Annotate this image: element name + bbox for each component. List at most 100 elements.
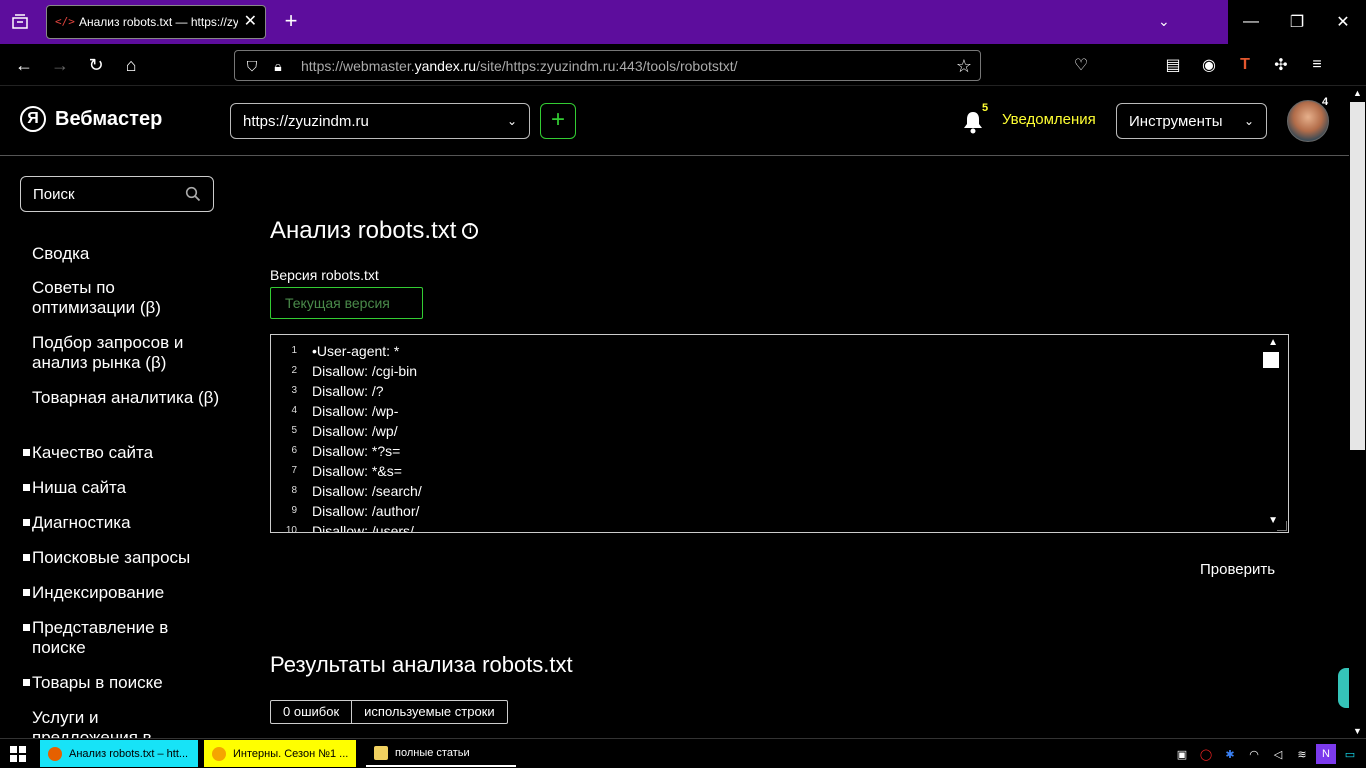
taskbar-item-player[interactable]: Интерны. Сезон №1 ... bbox=[204, 740, 356, 767]
add-site-button[interactable]: + bbox=[540, 103, 576, 139]
scroll-up-icon[interactable]: ▲ bbox=[1353, 88, 1362, 98]
bullet-icon bbox=[23, 679, 30, 686]
bell-icon[interactable] bbox=[962, 110, 984, 134]
tools-dropdown[interactable]: Инструменты ⌄ bbox=[1116, 103, 1267, 139]
editor-line: 4 Disallow: /wp- bbox=[291, 403, 399, 419]
tray-winamp-icon[interactable]: ≋ bbox=[1292, 744, 1312, 764]
sidebar-search-input[interactable]: Поиск bbox=[20, 176, 214, 212]
bullet-icon bbox=[23, 519, 30, 526]
page-scrollbar[interactable]: ▲ ▼ bbox=[1349, 86, 1366, 738]
notifications-link[interactable]: Уведомления bbox=[1002, 111, 1096, 128]
version-select[interactable]: Текущая версия bbox=[270, 287, 423, 319]
editor-line: 3 Disallow: /? bbox=[291, 383, 384, 399]
sidebar-item-product-analytics[interactable]: Товарная аналитика (β) bbox=[32, 388, 222, 408]
bullet-icon bbox=[23, 554, 30, 561]
bullet-icon bbox=[23, 484, 30, 491]
sidebar-item-site-niche[interactable]: Ниша сайта bbox=[23, 478, 222, 498]
volume-icon[interactable]: ◁ bbox=[1268, 744, 1288, 764]
taskbar-item-folder[interactable]: полные статьи bbox=[366, 740, 516, 767]
tab-title: Анализ robots.txt — https://zyuzindm.ru bbox=[79, 15, 238, 29]
wifi-icon[interactable]: ◠ bbox=[1244, 744, 1264, 764]
account-icon[interactable]: ◉ bbox=[1198, 54, 1220, 76]
yandex-logo-icon: Я bbox=[20, 106, 46, 132]
site-selector[interactable]: https://zyuzindm.ru ⌄ bbox=[230, 103, 530, 139]
url-text: https://webmaster.yandex.ru/site/https:z… bbox=[301, 57, 738, 74]
browser-tab-bar: </> Анализ robots.txt — https://zyuzindm… bbox=[0, 0, 1366, 44]
sidebar-item-indexing[interactable]: Индексирование bbox=[23, 583, 222, 603]
home-icon[interactable]: ⌂ bbox=[120, 54, 142, 76]
bookmark-star-icon[interactable]: ☆ bbox=[956, 56, 972, 77]
sidebar-item-site-quality[interactable]: Качество сайта bbox=[23, 443, 222, 463]
restore-icon[interactable]: ❐ bbox=[1274, 0, 1320, 44]
close-icon[interactable]: ✕ bbox=[244, 14, 257, 30]
editor-line: 1 •User-agent: * bbox=[291, 343, 400, 359]
address-bar[interactable]: ⛉ 🔒︎ https://webmaster.yandex.ru/site/ht… bbox=[234, 50, 981, 81]
results-title: Результаты анализа robots.txt bbox=[270, 652, 573, 677]
scroll-up-icon[interactable]: ▲ bbox=[1268, 337, 1278, 348]
new-tab-button[interactable]: + bbox=[280, 10, 302, 33]
tab-list-icon[interactable] bbox=[10, 12, 30, 32]
search-placeholder: Поиск bbox=[33, 185, 75, 203]
sidebar-item-optimization-tips[interactable]: Советы по оптимизации (β) bbox=[32, 278, 222, 318]
check-button[interactable]: Проверить bbox=[1200, 561, 1275, 578]
extension-t-icon[interactable]: T bbox=[1234, 54, 1256, 76]
shield-icon[interactable]: ⛉ bbox=[243, 57, 261, 75]
browser-tab-active[interactable]: </> Анализ robots.txt — https://zyuzindm… bbox=[46, 5, 266, 39]
play-icon bbox=[212, 746, 226, 761]
sidebar-item-search-queries[interactable]: Поисковые запросы bbox=[23, 548, 222, 568]
robots-editor[interactable]: 1 •User-agent: * 2 Disallow: /cgi-bin 3 Dis… bbox=[270, 334, 1289, 533]
tray-app-icon[interactable]: ▣ bbox=[1172, 744, 1192, 764]
editor-scrollbar-thumb[interactable] bbox=[1263, 352, 1279, 368]
results-tabs: 0 ошибок используемые строки bbox=[270, 700, 508, 724]
yandex-webmaster-logo[interactable]: Я Вебмастер bbox=[20, 106, 162, 132]
minimize-icon[interactable]: — bbox=[1228, 0, 1274, 44]
close-window-icon[interactable]: ✕ bbox=[1320, 0, 1366, 44]
sidebar-item-services[interactable]: Услуги и предложения в bbox=[32, 708, 172, 738]
sidebar-item-query-selection[interactable]: Подбор запросов и анализ рынка (β) bbox=[32, 333, 222, 373]
browser-toolbar: ♡ ▤ ◉ T ✣ ≡ bbox=[1070, 54, 1342, 76]
bullet-icon bbox=[23, 624, 30, 631]
firefox-icon bbox=[48, 746, 62, 761]
sidebar-item-diagnostics[interactable]: Диагностика bbox=[23, 513, 222, 533]
site-header: Я Вебмастер https://zyuzindm.ru ⌄ + 5 Ув… bbox=[0, 86, 1349, 156]
back-icon[interactable]: ← bbox=[13, 54, 35, 76]
folder-icon bbox=[374, 745, 388, 760]
avatar-badge: 4 bbox=[1322, 96, 1329, 108]
windows-start-icon[interactable] bbox=[10, 746, 26, 762]
editor-line: 5 Disallow: /wp/ bbox=[291, 423, 398, 439]
reload-icon[interactable]: ↻ bbox=[85, 54, 107, 76]
notification-center-icon[interactable]: ▭ bbox=[1340, 744, 1360, 764]
system-tray: ▣ ◯ ✱ ◠ ◁ ≋ N ▭ bbox=[1172, 744, 1364, 764]
tab-errors[interactable]: 0 ошибок bbox=[271, 701, 351, 723]
forward-icon[interactable]: → bbox=[49, 54, 71, 76]
sidebar-item-search-representation[interactable]: Представление в поиске bbox=[23, 618, 172, 658]
chevron-down-icon[interactable]: ⌄ bbox=[1158, 13, 1170, 30]
page-scrollbar-thumb[interactable] bbox=[1350, 102, 1365, 450]
editor-line: 9 Disallow: /author/ bbox=[291, 503, 420, 519]
tray-opera-icon[interactable]: ◯ bbox=[1196, 744, 1216, 764]
version-label: Версия robots.txt bbox=[270, 267, 379, 283]
search-icon[interactable] bbox=[185, 186, 201, 202]
editor-line: 6 Disallow: *?s= bbox=[291, 443, 401, 459]
chevron-down-icon: ⌄ bbox=[1243, 114, 1254, 128]
tab-used-lines[interactable]: используемые строки bbox=[351, 701, 507, 723]
sidebar-item-products-in-search[interactable]: Товары в поиске bbox=[23, 673, 222, 693]
window-controls: — ❐ ✕ bbox=[1228, 0, 1366, 44]
info-icon[interactable]: i bbox=[462, 223, 479, 239]
editor-line: 7 Disallow: *&s= bbox=[291, 463, 402, 479]
extensions-icon[interactable]: ✣ bbox=[1270, 54, 1292, 76]
reader-view-icon[interactable]: ▤ bbox=[1162, 54, 1184, 76]
tray-n-icon[interactable]: N bbox=[1316, 744, 1336, 764]
lock-icon[interactable]: 🔒︎ bbox=[269, 57, 287, 75]
bluetooth-icon[interactable]: ✱ bbox=[1220, 744, 1240, 764]
site-selector-value: https://zyuzindm.ru bbox=[243, 112, 369, 130]
resize-handle[interactable] bbox=[1277, 521, 1287, 531]
editor-line: 10 Disallow: /users/ bbox=[285, 523, 414, 533]
taskbar-item-firefox[interactable]: Анализ robots.txt – htt... bbox=[40, 740, 198, 767]
pocket-icon[interactable]: ♡ bbox=[1070, 54, 1092, 76]
scroll-down-icon[interactable]: ▼ bbox=[1353, 726, 1362, 736]
code-icon: </> bbox=[55, 15, 75, 28]
menu-icon[interactable]: ≡ bbox=[1306, 54, 1328, 76]
bullet-icon bbox=[23, 589, 30, 596]
sidebar-item-summary[interactable]: Сводка bbox=[32, 244, 222, 264]
